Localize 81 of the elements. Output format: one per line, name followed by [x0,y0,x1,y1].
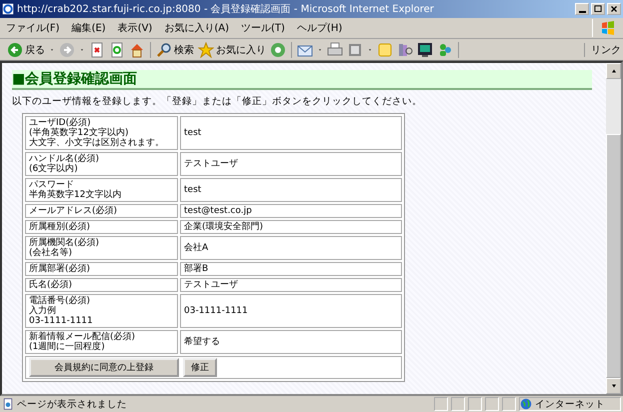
field-label: (半角英数字12文字以内) [29,128,128,138]
window-title: http://crab202.star.fuji-ric.co.jp:8080 - 会員登録確認画面 - Microsoft Internet Explorer [17,2,435,16]
monitor-icon [417,42,433,58]
page-heading: ■会員登録確認画面 [12,70,592,90]
field-value: 03-1111-1111 [180,294,402,328]
down-arrow-icon [610,382,618,390]
field-label: (会社名等) [29,248,72,258]
field-label: 所属部署(必須) [29,264,90,274]
refresh-button[interactable] [109,42,125,58]
field-label: ユーザID(必須) [29,118,91,128]
status-text: ページが表示されました [17,398,128,410]
field-label: 氏名(必須) [29,280,72,290]
field-value: テストユーザ [180,152,402,176]
home-button[interactable] [129,42,145,58]
field-label: 半角英数字12文字以内 [29,190,122,200]
menu-item[interactable]: ヘルプ(H) [290,21,348,35]
document-icon [347,42,363,58]
menu-item[interactable]: 表示(V) [112,21,158,35]
field-value: test [180,116,402,150]
edit-button[interactable] [347,42,363,58]
field-value: テストユーザ [180,278,402,292]
page-icon [2,398,14,410]
close-icon [609,4,619,14]
media-icon [270,42,286,58]
field-value: 部署B [180,262,402,276]
scrollbar-thumb[interactable] [606,134,621,378]
stop-icon [89,42,105,58]
instruction-text: 以下のユーザ情報を登録します。「登録」または「修正」ボタンをクリックしてください。 [12,95,423,108]
stop-button[interactable] [89,42,105,58]
search-icon [156,42,172,58]
media-button[interactable] [270,42,286,58]
menu-item[interactable]: ファイル(F) [0,21,66,35]
print-button[interactable] [327,42,343,58]
field-value: 希望する [180,330,402,354]
maximize-icon [593,4,603,14]
globe-icon [520,398,532,410]
register-button[interactable]: 会員規約に同意の上登録 [29,358,179,377]
up-arrow-icon [610,67,618,75]
field-label: ハンドル名(必須) [29,154,100,164]
forward-button[interactable] [59,42,75,58]
field-value: test@test.co.jp [180,204,402,218]
note-icon [377,42,393,58]
field-value: 会社A [180,236,402,260]
search-button[interactable]: 検索 [156,42,194,58]
field-label: 所属機関名(必須) [29,238,100,248]
home-icon [129,42,145,58]
books-icon [397,42,413,58]
field-value: test [180,178,402,202]
field-label: (6文字以内) [29,164,78,174]
edit-button[interactable]: 修正 [183,358,217,377]
browser-icon [2,3,14,15]
close-button[interactable] [607,3,621,15]
field-label: 新着情報メール配信(必須) [29,332,136,342]
field-label: 03-1111-1111 [29,316,93,326]
menu-item[interactable]: 編集(E) [66,21,112,35]
zone-label: インターネット [535,398,605,410]
research-button[interactable] [397,42,413,58]
messenger-app-button[interactable] [417,42,433,58]
field-label: 所属種別(必須) [29,222,90,232]
printer-icon [327,42,343,58]
favorites-button[interactable]: お気に入り [198,42,266,58]
minimize-icon [578,11,586,13]
field-label: メールアドレス(必須) [29,206,118,216]
scroll-up-button[interactable] [606,63,621,79]
menu-item[interactable]: ツール(T) [235,21,291,35]
minimize-button[interactable] [575,3,589,15]
field-label: 入力例 [29,306,56,316]
star-icon [198,42,214,58]
windows-logo-icon [600,20,616,36]
field-label: パスワード [29,180,74,190]
field-label: (1週間に一回程度) [29,342,105,352]
field-label: 電話番号(必須) [29,296,90,306]
menu-item[interactable]: お気に入り(A) [158,21,235,35]
refresh-icon [109,42,125,58]
field-value: 企業(環境安全部門) [180,220,402,234]
people-icon [437,42,453,58]
scroll-down-button[interactable] [606,378,621,394]
links-label[interactable]: リンク [584,42,621,56]
back-button[interactable]: 戻る [7,42,45,58]
maximize-button[interactable] [591,3,605,15]
field-label: 大文字、小文字は区別されます。 [29,138,164,148]
